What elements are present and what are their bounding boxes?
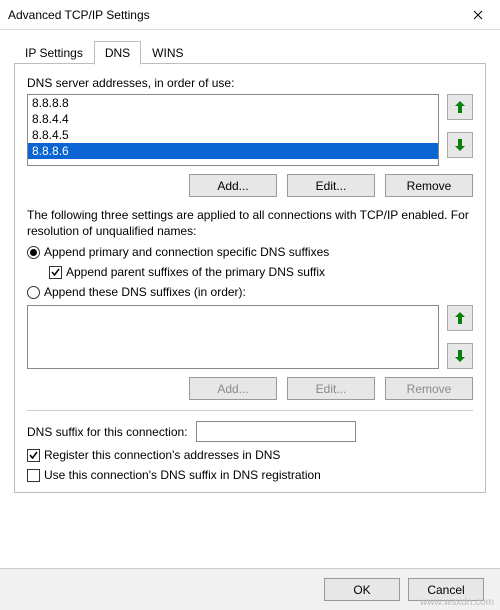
add-suffix-button: Add...	[189, 377, 277, 400]
checkbox-use-suffix-label: Use this connection's DNS suffix in DNS …	[44, 468, 321, 482]
move-up-button[interactable]	[447, 94, 473, 120]
suffix-move-down-button[interactable]	[447, 343, 473, 369]
add-dns-button[interactable]: Add...	[189, 174, 277, 197]
checkbox-append-parent-label: Append parent suffixes of the primary DN…	[66, 265, 325, 279]
tab-wins[interactable]: WINS	[141, 41, 194, 64]
radio-append-primary-label: Append primary and connection specific D…	[44, 245, 329, 259]
tab-dns[interactable]: DNS	[94, 41, 141, 65]
radio-append-primary[interactable]	[27, 246, 40, 259]
move-down-button[interactable]	[447, 132, 473, 158]
remove-dns-button[interactable]: Remove	[385, 174, 473, 197]
dns-server-listbox[interactable]: 8.8.8.8 8.8.4.4 8.8.4.5 8.8.8.6	[27, 94, 439, 166]
checkbox-register-dns[interactable]	[27, 449, 40, 462]
dns-suffix-listbox[interactable]	[27, 305, 439, 369]
divider	[27, 410, 473, 411]
edit-dns-button[interactable]: Edit...	[287, 174, 375, 197]
checkbox-register-dns-label: Register this connection's addresses in …	[44, 448, 280, 462]
watermark: www.wsxdn.com	[420, 597, 494, 608]
tab-ip-settings[interactable]: IP Settings	[14, 41, 94, 64]
tab-strip: IP Settings DNS WINS	[14, 40, 486, 64]
settings-description: The following three settings are applied…	[27, 207, 473, 239]
list-item[interactable]: 8.8.4.5	[28, 127, 438, 143]
list-item[interactable]: 8.8.8.6	[28, 143, 438, 159]
edit-suffix-button: Edit...	[287, 377, 375, 400]
titlebar: Advanced TCP/IP Settings	[0, 0, 500, 30]
dns-panel: DNS server addresses, in order of use: 8…	[14, 64, 486, 493]
checkmark-icon	[50, 267, 61, 278]
list-item[interactable]: 8.8.8.8	[28, 95, 438, 111]
remove-suffix-button: Remove	[385, 377, 473, 400]
checkmark-icon	[28, 450, 39, 461]
close-icon	[473, 10, 483, 20]
radio-dot-icon	[30, 249, 37, 256]
arrow-up-icon	[454, 311, 466, 325]
dns-suffix-input[interactable]	[196, 421, 356, 442]
arrow-down-icon	[454, 138, 466, 152]
list-item[interactable]: 8.8.4.4	[28, 111, 438, 127]
checkbox-append-parent[interactable]	[49, 266, 62, 279]
arrow-down-icon	[454, 349, 466, 363]
suffix-move-up-button[interactable]	[447, 305, 473, 331]
arrow-up-icon	[454, 100, 466, 114]
radio-append-these[interactable]	[27, 286, 40, 299]
dns-suffix-field-label: DNS suffix for this connection:	[27, 425, 188, 439]
radio-append-these-label: Append these DNS suffixes (in order):	[44, 285, 246, 299]
close-button[interactable]	[455, 0, 500, 30]
checkbox-use-suffix[interactable]	[27, 469, 40, 482]
ok-button[interactable]: OK	[324, 578, 400, 601]
window-title: Advanced TCP/IP Settings	[8, 8, 150, 22]
dns-list-label: DNS server addresses, in order of use:	[27, 76, 473, 90]
